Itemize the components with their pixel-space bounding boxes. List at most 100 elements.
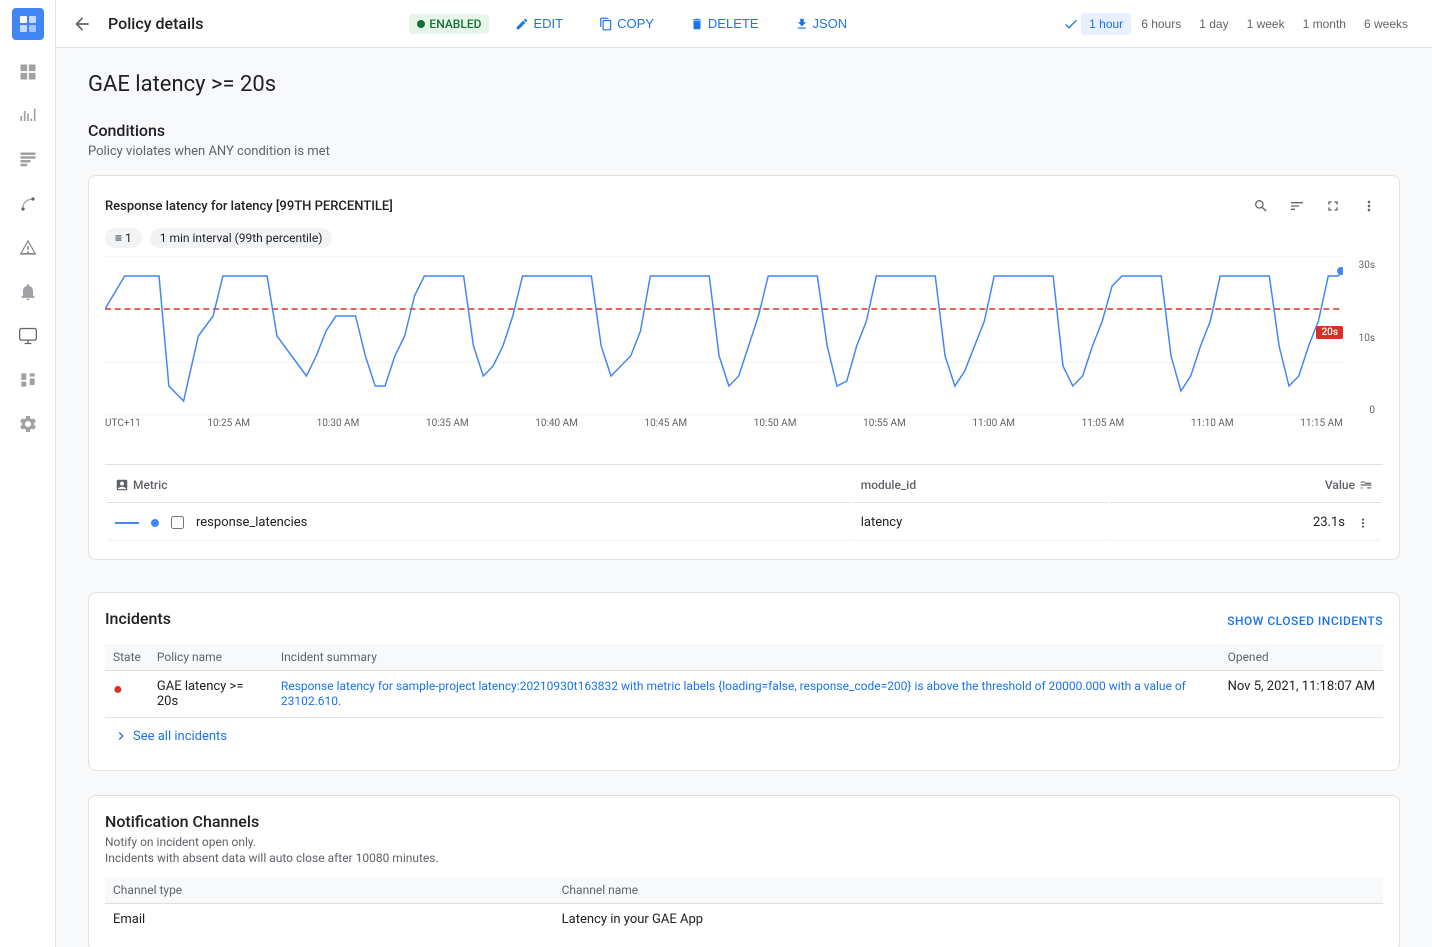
x-label-2: 10:30 AM: [317, 418, 360, 429]
filter-chip[interactable]: ≡ 1: [105, 228, 142, 248]
sidebar-icon-logs[interactable]: [8, 140, 48, 180]
chart-header: Response latency for latency [99TH PERCE…: [105, 192, 1383, 220]
topbar: Policy details ENABLED EDIT COPY DELETE …: [56, 0, 1432, 48]
time-1day[interactable]: 1 day: [1191, 13, 1236, 35]
chart-expand-button[interactable]: [1319, 192, 1347, 220]
x-label-3: 10:35 AM: [426, 418, 469, 429]
notify-text: Notify on incident open only.: [105, 835, 1383, 849]
notification-title: Notification Channels: [105, 812, 1383, 831]
show-closed-link[interactable]: SHOW CLOSED INCIDENTS: [1227, 614, 1383, 628]
notif-type-cell: Email: [105, 904, 554, 936]
main-area: Policy details ENABLED EDIT COPY DELETE …: [56, 0, 1432, 947]
conditions-section: Conditions Policy violates when ANY cond…: [88, 121, 1400, 560]
series-checkbox[interactable]: [171, 516, 184, 529]
metric-name-cell: response_latencies: [107, 505, 851, 541]
sidebar-icon-metrics[interactable]: [8, 96, 48, 136]
sidebar-icon-dashboards2[interactable]: [8, 360, 48, 400]
y-label-30s: 30s: [1347, 260, 1375, 271]
incidents-col-summary: Incident summary: [273, 644, 1220, 671]
content-area: GAE latency >= 20s Conditions Policy vio…: [56, 48, 1432, 947]
x-label-1: 10:25 AM: [207, 418, 250, 429]
delete-button[interactable]: DELETE: [680, 12, 769, 35]
see-all-incidents-link[interactable]: See all incidents: [113, 728, 1375, 744]
incident-error-icon: ●: [113, 679, 123, 698]
y-label-10s: 10s: [1347, 333, 1375, 344]
copy-button[interactable]: COPY: [589, 12, 664, 35]
incidents-table: State Policy name Incident summary Opene…: [105, 644, 1383, 754]
incidents-section: Incidents SHOW CLOSED INCIDENTS State Po…: [88, 592, 1400, 771]
notif-col-type: Channel type: [105, 877, 554, 904]
col-value: Value: [1110, 467, 1381, 503]
incidents-col-opened: Opened: [1220, 644, 1383, 671]
chart-filter-button[interactable]: [1283, 192, 1311, 220]
sidebar-icon-notifications[interactable]: [8, 272, 48, 312]
time-6weeks[interactable]: 6 weeks: [1356, 13, 1416, 35]
x-label-10: 11:10 AM: [1191, 418, 1234, 429]
chart-card: Response latency for latency [99TH PERCE…: [88, 175, 1400, 560]
notification-section: Notification Channels Notify on incident…: [88, 795, 1400, 947]
time-range-bar: 1 hour 6 hours 1 day 1 week 1 month 6 we…: [1063, 13, 1416, 35]
chart-x-labels: UTC+11 10:25 AM 10:30 AM 10:35 AM 10:40 …: [105, 418, 1343, 429]
chart-title: Response latency for latency [99TH PERCE…: [105, 199, 393, 214]
col-module-id: module_id: [853, 467, 1108, 503]
incident-opened-cell: Nov 5, 2021, 11:18:07 AM: [1220, 671, 1383, 718]
incidents-col-policy: Policy name: [149, 644, 273, 671]
incident-row: ● GAE latency >= 20s Response latency fo…: [105, 671, 1383, 718]
x-label-11: 11:15 AM: [1300, 418, 1343, 429]
notif-name-cell: Latency in your GAE App: [554, 904, 1383, 936]
notification-table: Channel type Channel name Email Latency …: [105, 877, 1383, 935]
x-label-9: 11:05 AM: [1082, 418, 1125, 429]
sidebar-icon-uptime[interactable]: [8, 316, 48, 356]
see-all-row: See all incidents: [105, 718, 1383, 755]
time-1week[interactable]: 1 week: [1239, 13, 1293, 35]
status-badge: ENABLED: [409, 14, 489, 34]
x-label-0: UTC+11: [105, 418, 141, 429]
chart-search-button[interactable]: [1247, 192, 1275, 220]
x-label-5: 10:45 AM: [645, 418, 688, 429]
col-metric: Metric: [107, 467, 851, 503]
time-6hours[interactable]: 6 hours: [1133, 13, 1189, 35]
incident-state-cell: ●: [105, 671, 149, 718]
page-title: Policy details: [108, 14, 203, 33]
sidebar-icon-traces[interactable]: [8, 184, 48, 224]
x-label-6: 10:50 AM: [754, 418, 797, 429]
metric-value-cell: 23.1s: [1110, 505, 1381, 541]
edit-button[interactable]: EDIT: [505, 12, 573, 35]
chart-legend: ≡ 1 1 min interval (99th percentile): [105, 228, 1383, 248]
incident-summary-cell: Response latency for sample-project late…: [273, 671, 1220, 718]
x-label-8: 11:00 AM: [972, 418, 1015, 429]
threshold-label: 20s: [1316, 326, 1343, 339]
chart-area: 30s 10s 0 20s: [105, 256, 1383, 456]
status-dot: [417, 20, 425, 28]
back-button[interactable]: [72, 14, 92, 34]
x-label-4: 10:40 AM: [535, 418, 578, 429]
incident-policy-cell: GAE latency >= 20s: [149, 671, 273, 718]
series-line-icon: [115, 522, 139, 524]
time-1month[interactable]: 1 month: [1295, 13, 1354, 35]
chart-more-button[interactable]: [1355, 192, 1383, 220]
sidebar-icon-alerting[interactable]: [8, 228, 48, 268]
metric-table: Metric module_id Value: [105, 464, 1383, 543]
incidents-header: Incidents SHOW CLOSED INCIDENTS: [105, 609, 1383, 632]
sidebar-icon-dashboard[interactable]: [8, 52, 48, 92]
interval-chip: 1 min interval (99th percentile): [150, 228, 333, 248]
time-1hour[interactable]: 1 hour: [1081, 13, 1131, 35]
metric-module-cell: latency: [853, 505, 1108, 541]
see-all-cell: See all incidents: [105, 718, 1383, 755]
app-logo: [12, 8, 44, 40]
sidebar-icon-settings[interactable]: [8, 404, 48, 444]
incidents-col-state: State: [105, 644, 149, 671]
policy-title: GAE latency >= 20s: [88, 72, 1400, 97]
incident-summary-link[interactable]: Response latency for sample-project late…: [281, 679, 1186, 708]
x-label-7: 10:55 AM: [863, 418, 906, 429]
conditions-subtitle: Policy violates when ANY condition is me…: [88, 144, 1400, 159]
chart-actions: [1247, 192, 1383, 220]
conditions-title: Conditions: [88, 121, 1400, 140]
notification-row: Email Latency in your GAE App: [105, 904, 1383, 936]
sidebar: [0, 0, 56, 947]
metric-more-button[interactable]: [1353, 513, 1373, 533]
auto-close-text: Incidents with absent data will auto clo…: [105, 851, 1383, 865]
series-dot-icon: [151, 519, 159, 527]
chart-svg: [105, 256, 1343, 416]
json-button[interactable]: JSON: [785, 12, 858, 35]
